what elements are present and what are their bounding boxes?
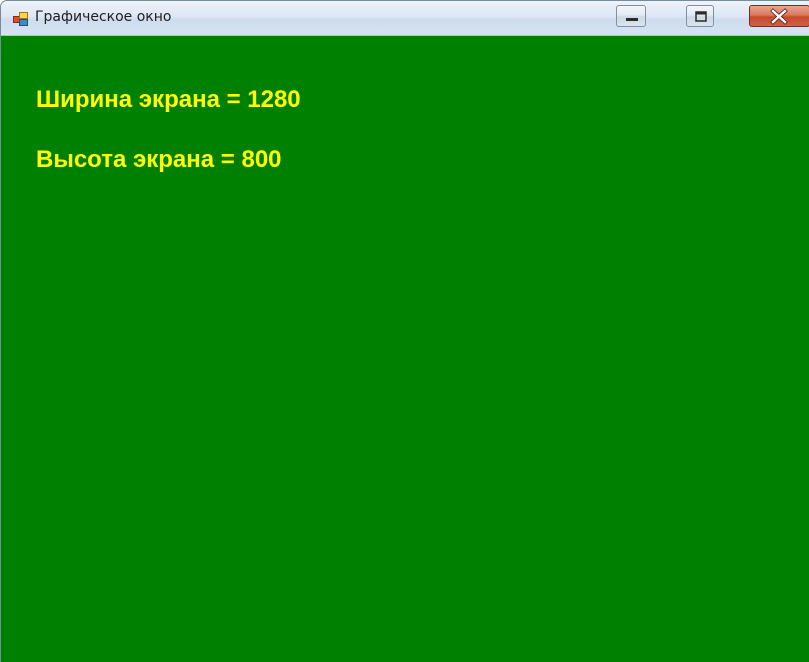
screen-height-label: Высота экрана = 800 xyxy=(36,146,282,173)
window-title: Графическое окно xyxy=(35,9,172,25)
app-window: Графическое окно Ширина экрана = 1280 Вы… xyxy=(0,0,809,662)
close-button[interactable] xyxy=(749,5,809,27)
title-bar[interactable]: Графическое окно xyxy=(1,1,809,36)
screen-width-label: Ширина экрана = 1280 xyxy=(36,86,301,113)
minimize-button[interactable] xyxy=(616,5,646,27)
graphics-client-area: Ширина экрана = 1280 Высота экрана = 800 xyxy=(1,36,809,662)
maximize-icon xyxy=(695,11,707,22)
minimize-icon xyxy=(626,18,638,21)
close-icon xyxy=(770,8,788,25)
app-icon xyxy=(13,12,28,26)
maximize-button[interactable] xyxy=(686,5,714,27)
